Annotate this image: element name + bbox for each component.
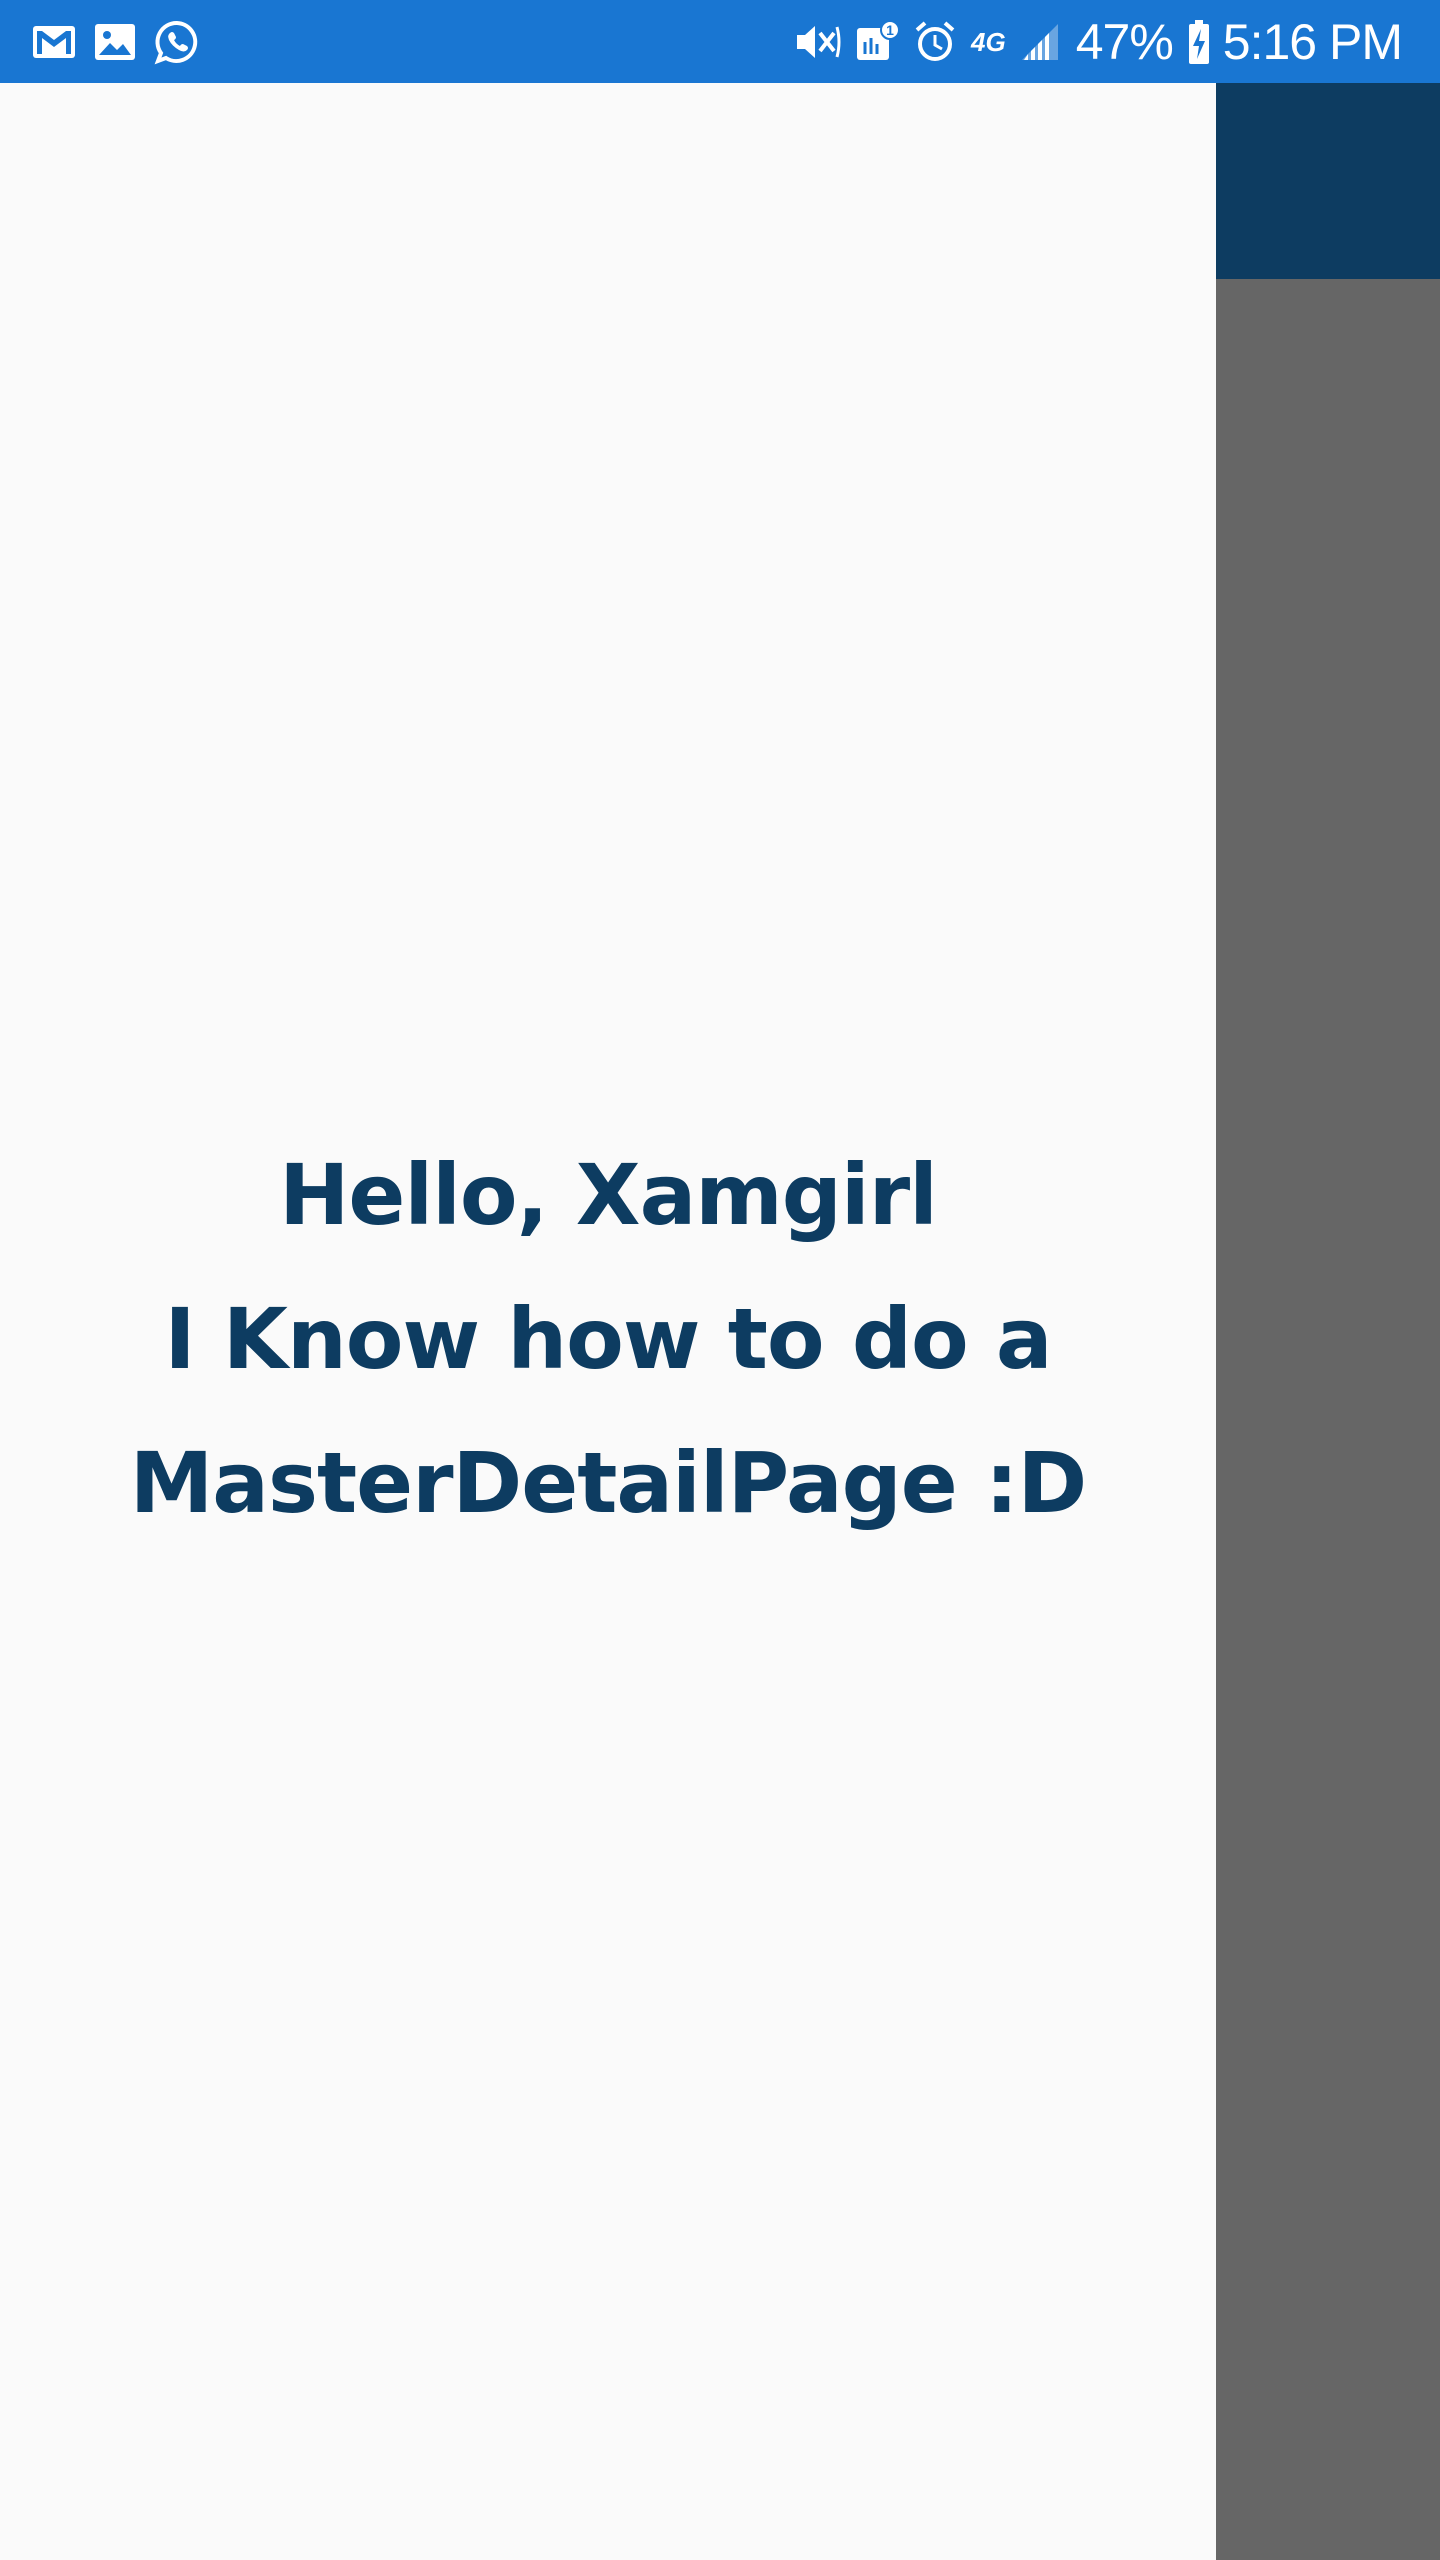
app-screen: 1 4G 47% 5:16 PM Hello, Xamgirl I Know h… xyxy=(0,0,1440,2560)
whatsapp-icon xyxy=(154,19,200,65)
system-icons: 1 4G 47% 5:16 PM xyxy=(779,13,1403,71)
detail-overlay[interactable] xyxy=(1216,279,1440,2560)
master-drawer: Hello, Xamgirl I Know how to do a Master… xyxy=(0,83,1216,2560)
message-line: Hello, Xamgirl xyxy=(279,1146,938,1244)
detail-toolbar xyxy=(1216,83,1440,279)
message-line: MasterDetailPage :D xyxy=(129,1434,1088,1532)
battery-percent: 47% xyxy=(1075,13,1174,70)
svg-text:1: 1 xyxy=(886,22,894,38)
gmail-icon xyxy=(32,25,76,59)
alarm-icon xyxy=(913,20,957,64)
message-line: I Know how to do a xyxy=(164,1290,1052,1388)
gallery-icon xyxy=(94,23,136,61)
battery-charging-icon xyxy=(1187,19,1211,65)
network-4g-lte-icon: 4G xyxy=(971,26,1006,57)
hotspot-icon: 1 xyxy=(855,19,900,64)
mute-icon xyxy=(793,21,841,63)
signal-icon xyxy=(1020,22,1060,62)
status-bar: 1 4G 47% 5:16 PM xyxy=(0,0,1440,83)
clock: 5:16 PM xyxy=(1222,13,1403,70)
welcome-message: Hello, Xamgirl I Know how to do a Master… xyxy=(0,1123,1216,1555)
notification-icons xyxy=(32,19,218,65)
